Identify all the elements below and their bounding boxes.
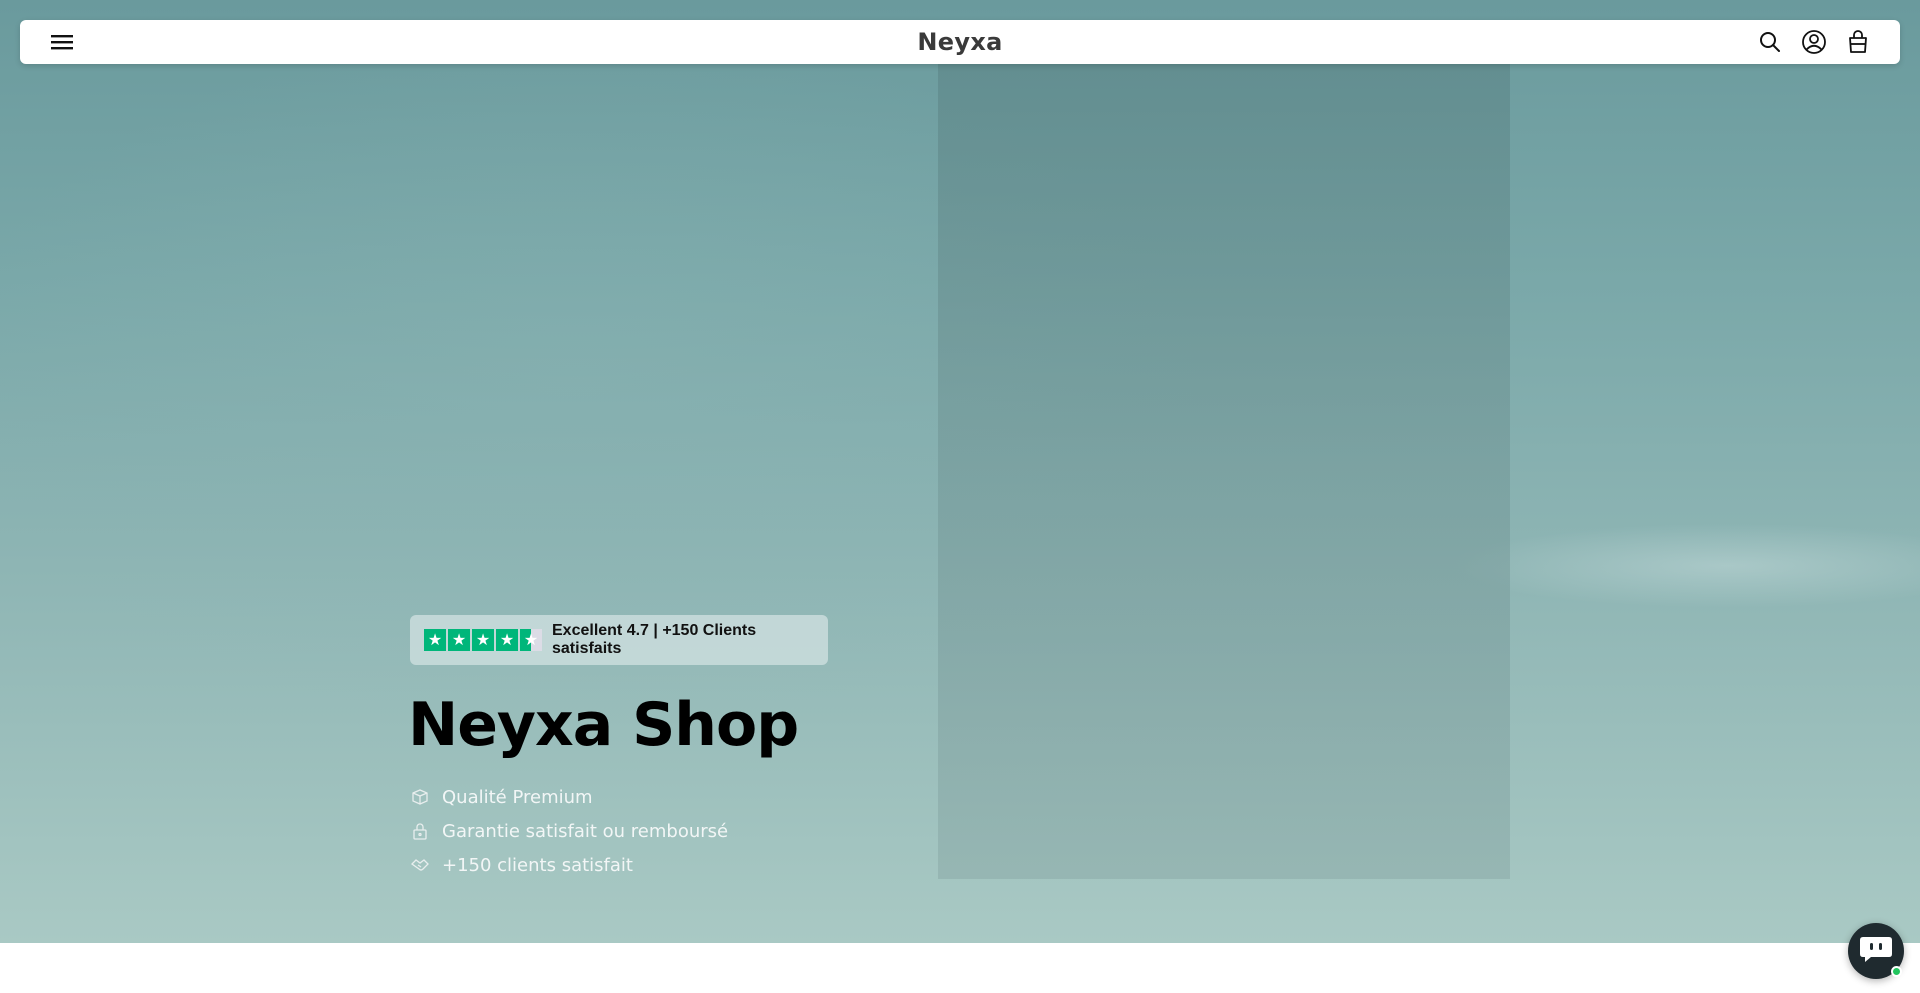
feature-text: Garantie satisfait ou remboursé — [442, 820, 729, 842]
lock-icon — [410, 821, 430, 841]
rating-text: Excellent 4.7 | +150 Clients satisfaits — [552, 622, 757, 657]
chat-widget-button[interactable] — [1848, 923, 1904, 979]
account-icon[interactable] — [1800, 28, 1828, 56]
star-icon: ★ — [424, 629, 446, 651]
star-icon: ★ — [472, 629, 494, 651]
feature-text: Qualité Premium — [442, 786, 593, 808]
hero-section: ★ ★ ★ ★ ★ Excellent 4.7 | +150 Clients s… — [0, 0, 1920, 943]
menu-icon[interactable] — [50, 30, 74, 54]
top-navigation-bar: Neyxa — [20, 20, 1900, 64]
feature-item: +150 clients satisfait — [410, 854, 728, 876]
star-icon: ★ — [448, 629, 470, 651]
online-status-dot — [1891, 966, 1902, 977]
feature-list: Qualité Premium Garantie satisfait ou re… — [410, 786, 728, 876]
hero-image-panel — [938, 64, 1510, 879]
header-actions — [1756, 28, 1872, 56]
star-icon: ★ — [496, 629, 518, 651]
feature-item: Qualité Premium — [410, 786, 728, 808]
feature-item: Garantie satisfait ou remboursé — [410, 820, 728, 842]
rating-badge: ★ ★ ★ ★ ★ Excellent 4.7 | +150 Clients s… — [410, 615, 828, 665]
feature-text: +150 clients satisfait — [442, 854, 633, 876]
cart-icon[interactable] — [1844, 28, 1872, 56]
rating-stars: ★ ★ ★ ★ ★ — [424, 629, 542, 651]
handshake-icon — [410, 855, 430, 875]
box-icon — [410, 787, 430, 807]
half-star-icon: ★ — [520, 629, 542, 651]
brand-logo[interactable]: Neyxa — [917, 28, 1002, 56]
search-icon[interactable] — [1756, 28, 1784, 56]
chat-bot-icon — [1859, 934, 1893, 968]
hero-title: Neyxa Shop — [408, 690, 799, 760]
